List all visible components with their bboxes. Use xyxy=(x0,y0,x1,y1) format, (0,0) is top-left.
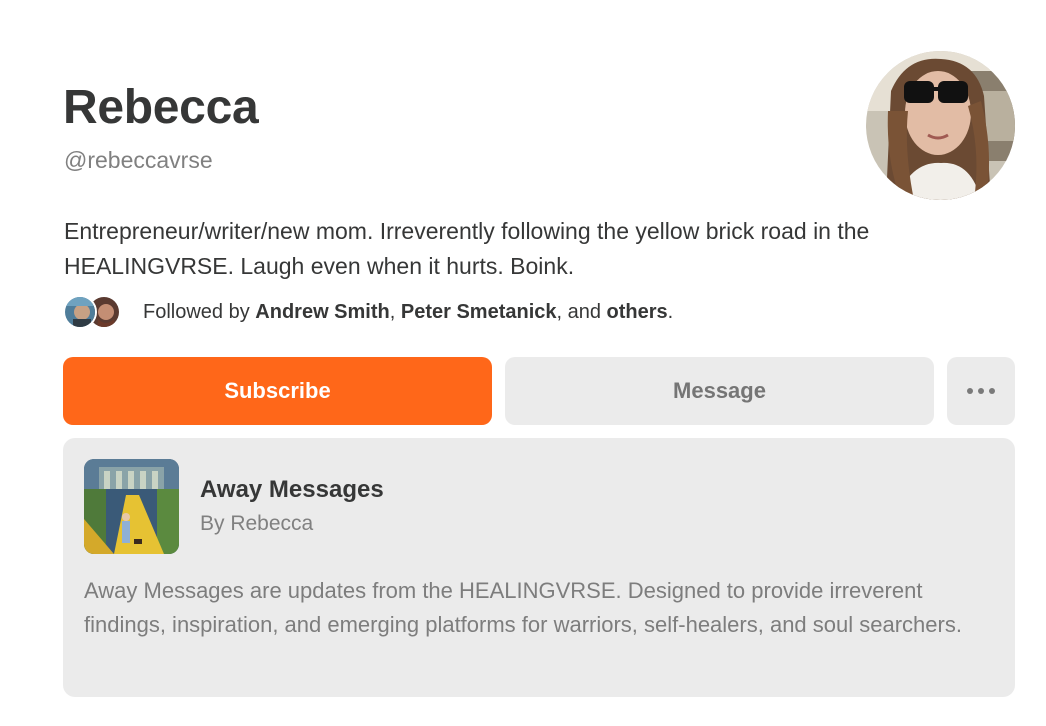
subscribe-label: Subscribe xyxy=(224,378,331,403)
publication-description: Away Messages are updates from the HEALI… xyxy=(84,578,962,637)
follower-avatars[interactable] xyxy=(63,294,123,330)
profile-handle: @rebeccavrse xyxy=(64,147,213,173)
follower-link-peter-smetanick[interactable]: Peter Smetanick xyxy=(401,301,557,323)
followed-sep: , xyxy=(389,301,401,323)
followed-prefix: Followed by xyxy=(143,301,256,323)
more-horizontal-icon xyxy=(967,388,995,394)
publication-byline: By Rebecca xyxy=(200,512,314,535)
message-button[interactable]: Message xyxy=(505,357,934,425)
message-label: Message xyxy=(673,378,766,403)
followed-sep: , and xyxy=(556,301,607,323)
followers-others-link[interactable]: others xyxy=(607,301,668,323)
profile-page: Rebecca @rebeccavrse Entrepreneur/writer… xyxy=(0,0,1046,726)
publication-name[interactable]: Away Messages xyxy=(200,475,384,505)
profile-avatar[interactable] xyxy=(866,51,1015,200)
followed-by: Followed by Andrew Smith, Peter Smetanic… xyxy=(63,294,673,330)
profile-name: Rebecca xyxy=(63,81,259,134)
more-options-button[interactable] xyxy=(947,357,1015,425)
subscribe-button[interactable]: Subscribe xyxy=(63,357,492,425)
followed-suffix: . xyxy=(667,301,674,323)
publication-cover-image[interactable] xyxy=(84,459,179,554)
publication-card[interactable]: Away Messages By Rebecca Away Messages a… xyxy=(63,438,1015,697)
followed-by-text: Followed by Andrew Smith, Peter Smetanic… xyxy=(143,294,673,330)
follower-avatar[interactable] xyxy=(63,295,97,329)
follower-link-andrew-smith[interactable]: Andrew Smith xyxy=(255,301,389,323)
profile-bio: Entrepreneur/writer/new mom. Irreverentl… xyxy=(64,218,870,279)
